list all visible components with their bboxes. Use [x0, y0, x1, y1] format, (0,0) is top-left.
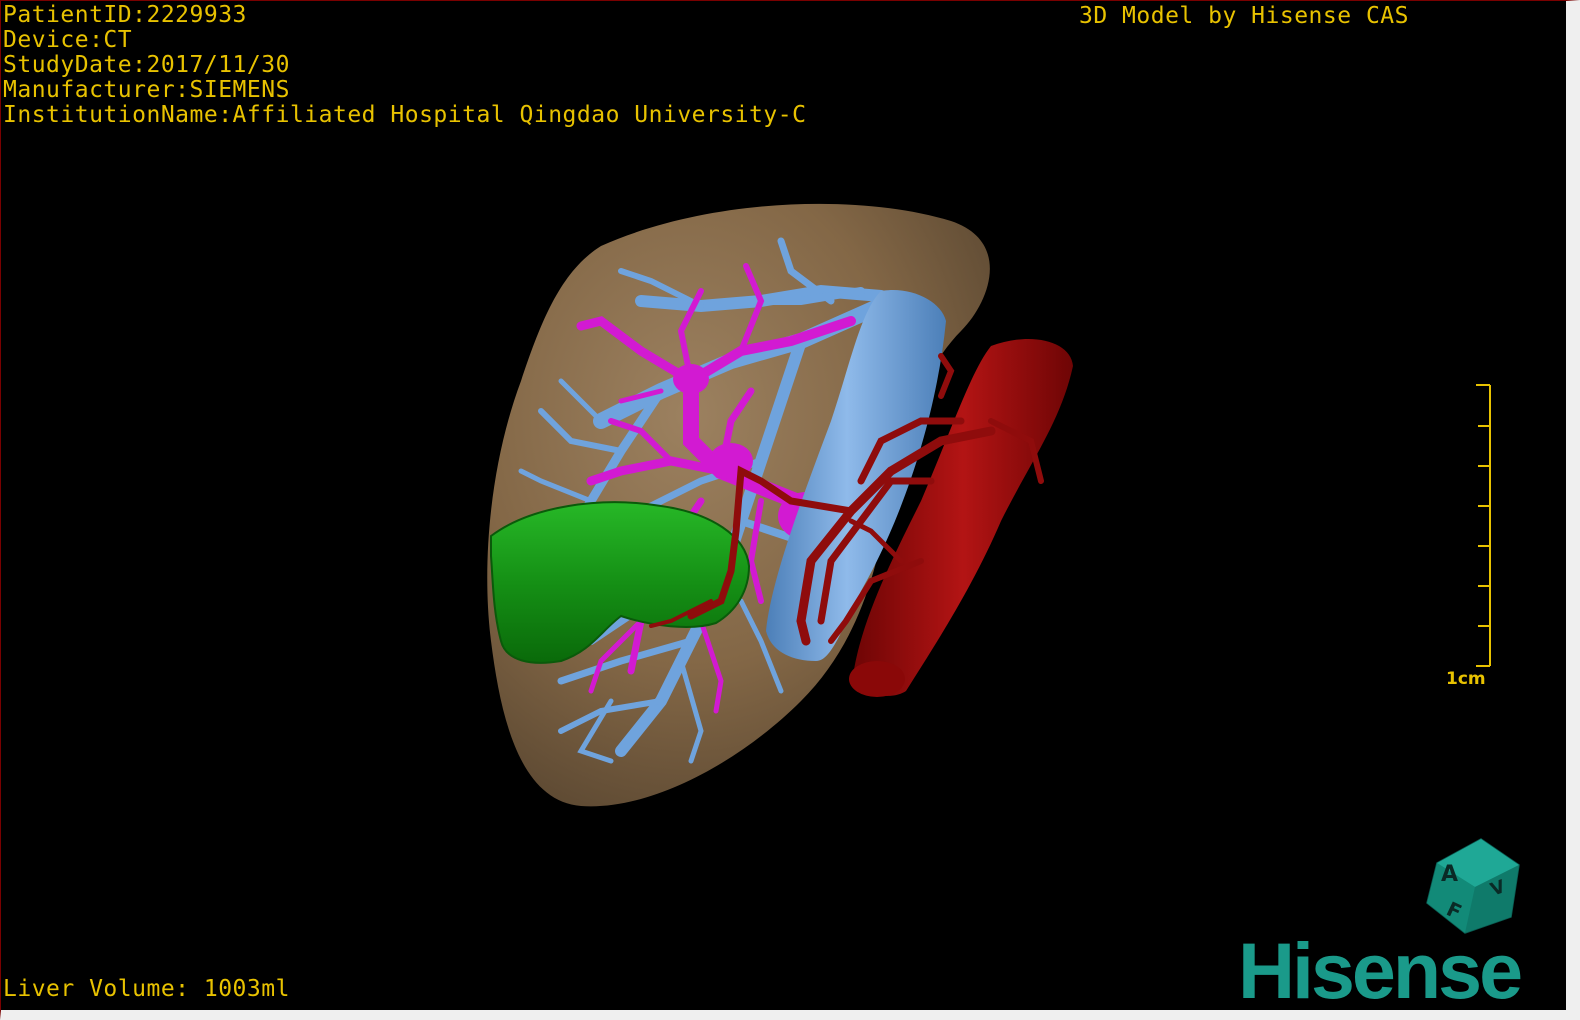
scale-bar-label: 1cm: [1446, 669, 1486, 689]
hisense-logo: Hisense: [1238, 926, 1523, 1015]
manufacturer-text: Manufacturer:SIEMENS: [3, 77, 290, 103]
liver-3d-model[interactable]: [1, 1, 1567, 1011]
cube-face-a: A: [1441, 862, 1458, 887]
model-title: 3D Model by Hisense CAS: [1079, 3, 1409, 29]
liver-volume-text: Liver Volume: 1003ml: [3, 976, 290, 1002]
3d-viewport[interactable]: PatientID:2229933 Device:CT StudyDate:20…: [0, 0, 1580, 1020]
dicom-info-panel: PatientID:2229933 Device:CT StudyDate:20…: [3, 3, 806, 128]
scale-bar: [1476, 384, 1491, 667]
study-date-text: StudyDate:2017/11/30: [3, 52, 290, 78]
patient-id-text: PatientID:2229933: [3, 2, 247, 28]
device-text: Device:CT: [3, 27, 133, 53]
institution-text: InstitutionName:Affiliated Hospital Qing…: [3, 102, 807, 128]
aorta-end: [849, 661, 905, 697]
